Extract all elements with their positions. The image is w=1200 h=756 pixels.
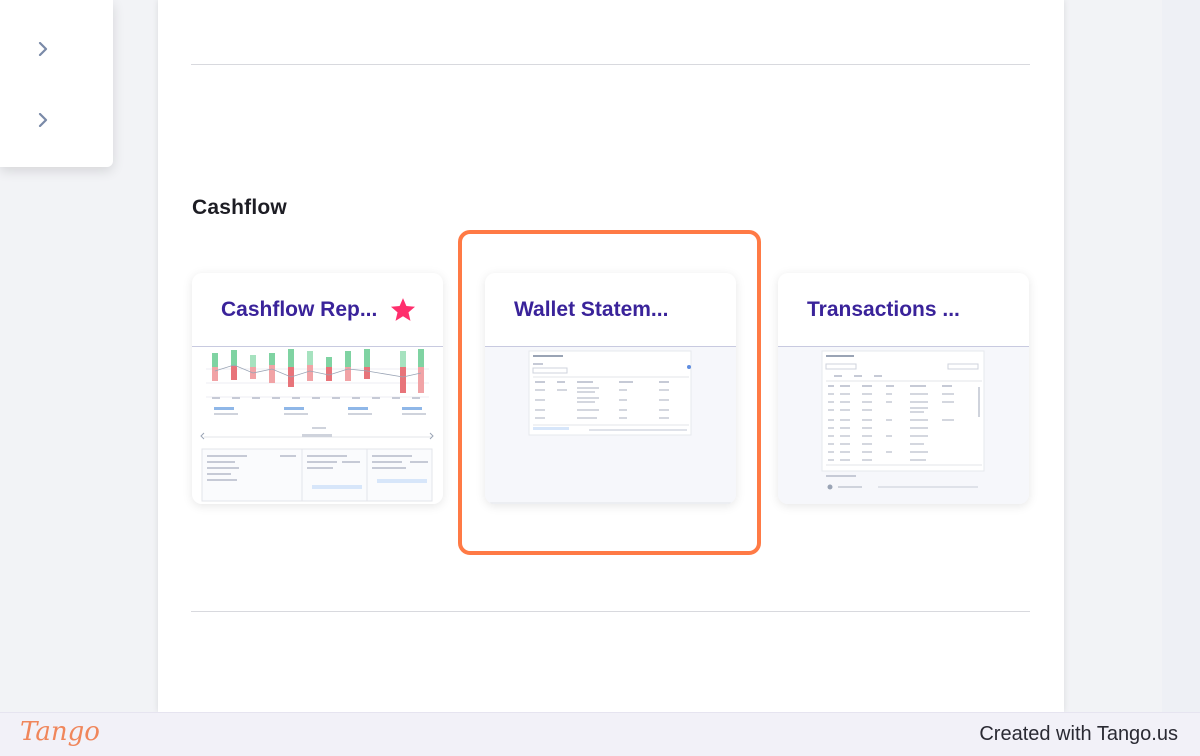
reports-panel: Cashflow Cashflow Rep... Wallet Statem..… [158,0,1064,712]
wallet-statement-thumbnail [485,347,736,504]
chevron-right-icon[interactable] [34,111,52,129]
cashflow-report-thumbnail [192,347,443,504]
divider [191,611,1030,612]
tango-logo: Tango [20,717,100,747]
screen: Cashflow Cashflow Rep... Wallet Statem..… [0,0,1200,756]
footer: Tango Created with Tango.us [0,712,1200,756]
footer-credit: Created with Tango.us [979,723,1178,745]
card-title: Wallet Statem... [514,297,669,321]
report-card-cashflow[interactable]: Cashflow Rep... [192,273,443,504]
card-title: Cashflow Rep... [221,297,378,321]
chevron-right-icon[interactable] [34,40,52,58]
card-header: Wallet Statem... [485,273,736,347]
star-icon[interactable] [389,296,417,324]
scroll-gutter [1162,0,1200,712]
transactions-report-thumbnail [778,347,1029,504]
card-title: Transactions ... [807,297,960,321]
section-title: Cashflow [192,196,287,219]
divider [191,64,1030,65]
card-header: Cashflow Rep... [192,273,443,347]
card-header: Transactions ... [778,273,1029,347]
report-card-wallet-statement[interactable]: Wallet Statem... [485,273,736,504]
side-menu [0,0,113,167]
report-card-transactions[interactable]: Transactions ... [778,273,1029,504]
